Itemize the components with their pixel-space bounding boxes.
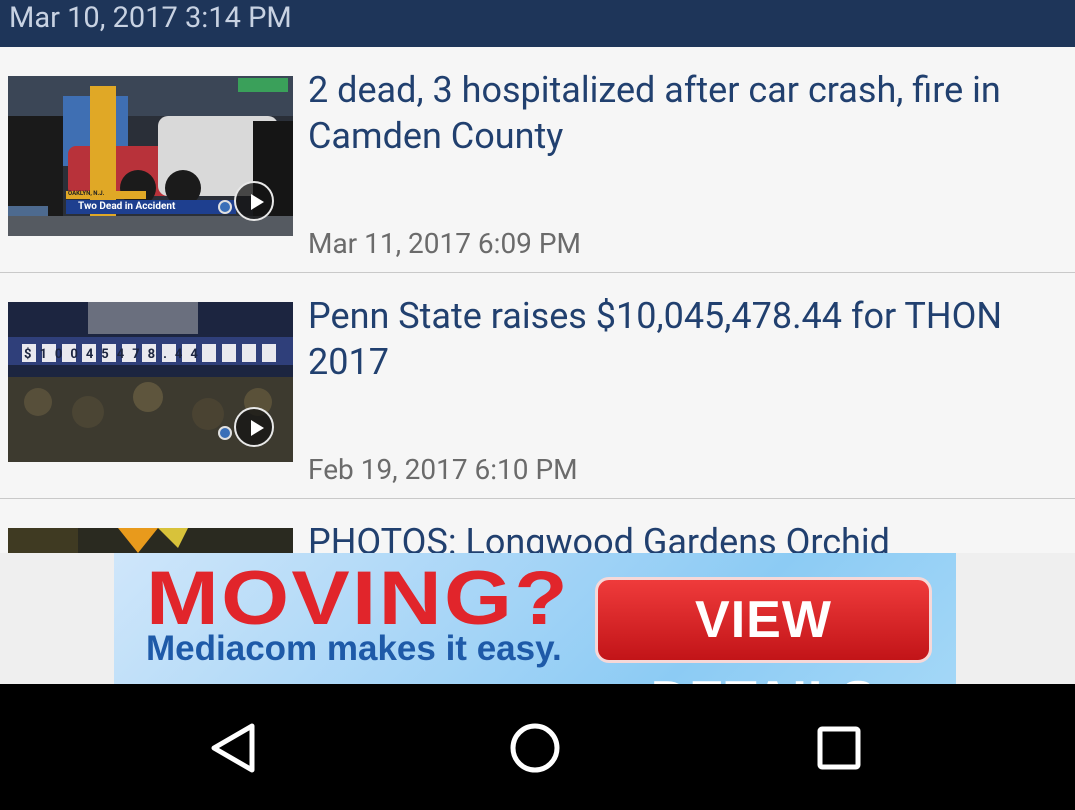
recents-button[interactable] (811, 720, 867, 776)
thumbnail-board-text: $10045478.44 (24, 347, 206, 362)
previous-item-timestamp-bar[interactable]: Mar 10, 2017 3:14 PM (0, 0, 1075, 47)
ad-subline: Mediacom makes it easy. (146, 629, 562, 668)
article-item[interactable]: PHOTOS: Longwood Gardens Orchid (0, 499, 1075, 553)
view-details-button[interactable]: VIEW DETAILS (595, 577, 932, 684)
article-headline[interactable]: PHOTOS: Longwood Gardens Orchid (308, 519, 1048, 553)
home-button[interactable] (507, 720, 563, 776)
thumbnail-caption: Two Dead in Accident (78, 201, 176, 212)
home-circle-icon (510, 723, 560, 773)
station-logo-icon (218, 426, 232, 440)
article-thumbnail[interactable] (8, 528, 293, 553)
orchid-image (8, 528, 293, 553)
article-thumbnail[interactable]: OAKLYN, N.J. Two Dead in Accident (8, 76, 293, 236)
play-icon[interactable] (234, 181, 274, 221)
article-headline[interactable]: 2 dead, 3 hospitalized after car crash, … (308, 67, 1048, 159)
play-icon[interactable] (234, 407, 274, 447)
ad-banner[interactable]: MOVING? Mediacom makes it easy. VIEW DET… (114, 553, 956, 684)
previous-item-timestamp: Mar 10, 2017 3:14 PM (9, 1, 292, 35)
thumbnail-location-tag: OAKLYN, N.J. (68, 190, 105, 197)
ad-area: MOVING? Mediacom makes it easy. VIEW DET… (0, 553, 1075, 684)
back-button[interactable] (206, 720, 262, 776)
article-item[interactable]: $10045478.44 Penn State raises $10,045,4… (0, 273, 1075, 499)
article-date: Mar 11, 2017 6:09 PM (308, 227, 581, 260)
news-list[interactable]: OAKLYN, N.J. Two Dead in Accident 2 dead… (0, 47, 1075, 553)
article-headline[interactable]: Penn State raises $10,045,478.44 for THO… (308, 293, 1048, 385)
recents-square-icon (817, 726, 861, 770)
back-triangle-icon (211, 723, 255, 773)
article-thumbnail[interactable]: $10045478.44 (8, 302, 293, 462)
article-date: Feb 19, 2017 6:10 PM (308, 453, 578, 486)
article-item[interactable]: OAKLYN, N.J. Two Dead in Accident 2 dead… (0, 47, 1075, 273)
station-logo-icon (218, 200, 232, 214)
navigation-bar (0, 684, 1075, 810)
